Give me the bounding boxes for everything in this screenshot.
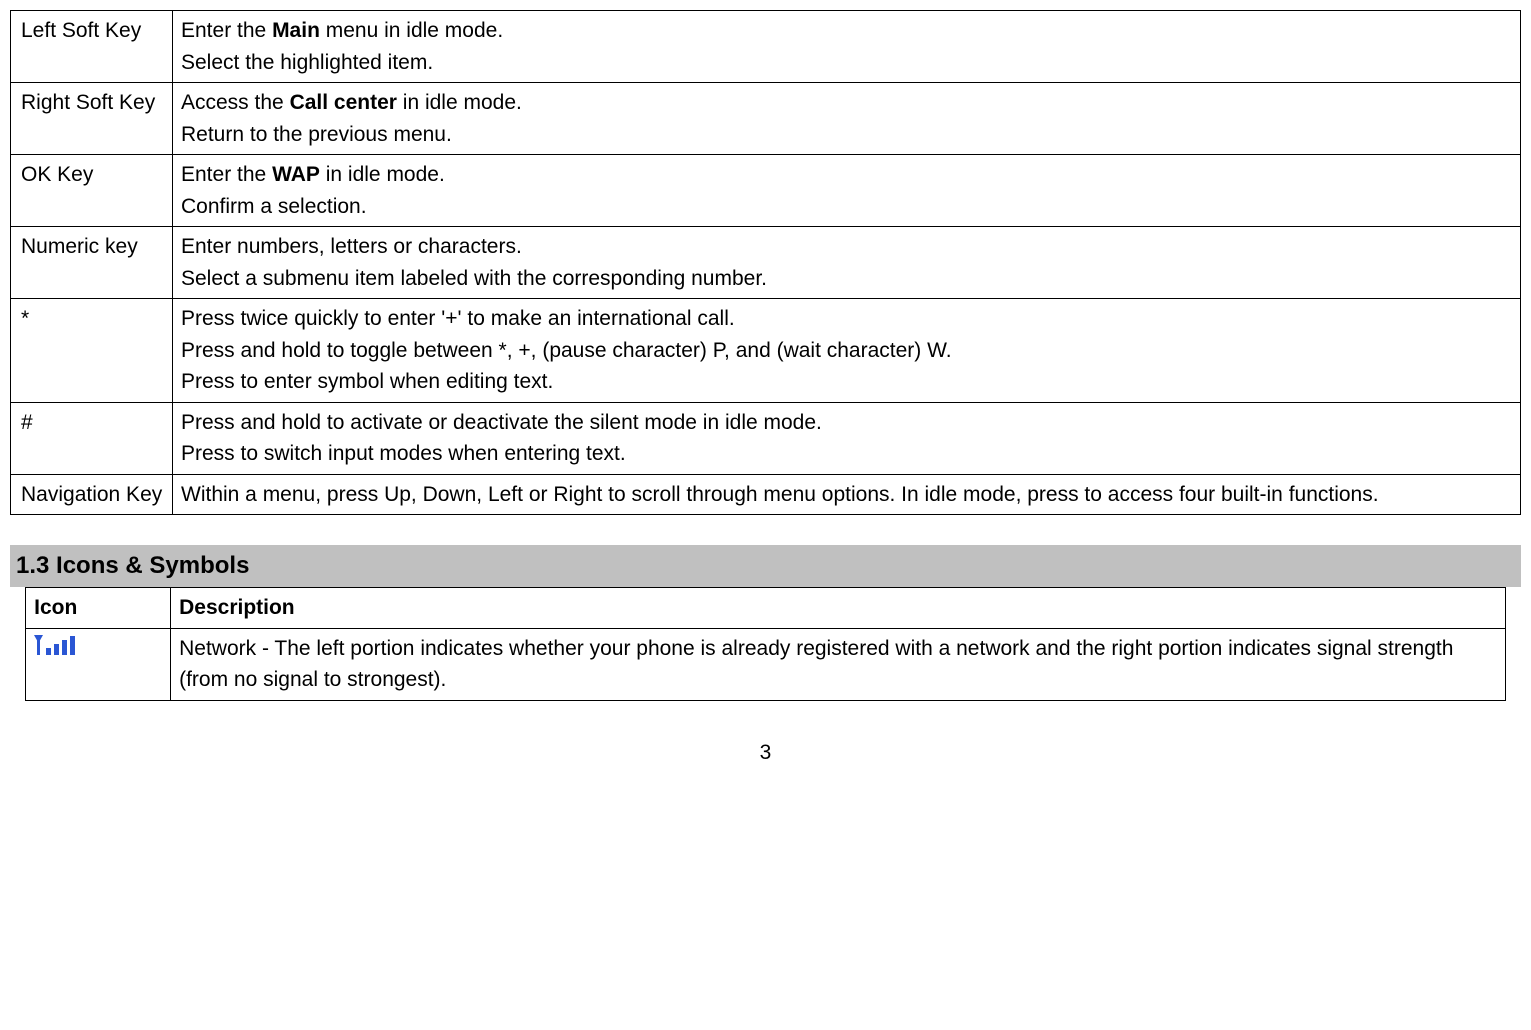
table-row: Network - The left portion indicates whe…	[26, 628, 1506, 700]
key-description: Access the Call center in idle mode. Ret…	[173, 83, 1521, 155]
text: Press to enter symbol when editing text.	[181, 370, 553, 393]
key-name: Right Soft Key	[11, 83, 173, 155]
icon-column-header: Icon	[26, 588, 171, 629]
text: Within a menu, press Up, Down, Left or R…	[181, 483, 1379, 506]
table-header-row: Icon Description	[26, 588, 1506, 629]
table-row: # Press and hold to activate or deactiva…	[11, 402, 1521, 474]
key-name: OK Key	[11, 155, 173, 227]
key-name: Navigation Key	[11, 474, 173, 515]
text: Enter the	[181, 19, 272, 42]
text: Press to switch input modes when enterin…	[181, 442, 626, 465]
table-row: Navigation Key Within a menu, press Up, …	[11, 474, 1521, 515]
text: Enter the	[181, 163, 272, 186]
text: Select a submenu item labeled with the c…	[181, 267, 767, 290]
table-row: OK Key Enter the WAP in idle mode. Confi…	[11, 155, 1521, 227]
description-column-header: Description	[171, 588, 1506, 629]
text: in idle mode.	[397, 91, 522, 114]
key-description: Press and hold to activate or deactivate…	[173, 402, 1521, 474]
text: Press and hold to activate or deactivate…	[181, 411, 822, 434]
icon-cell	[26, 628, 171, 700]
page-number: 3	[10, 737, 1521, 769]
key-name: #	[11, 402, 173, 474]
bold-text: WAP	[272, 163, 320, 186]
key-name: Left Soft Key	[11, 11, 173, 83]
table-row: Right Soft Key Access the Call center in…	[11, 83, 1521, 155]
table-row: Left Soft Key Enter the Main menu in idl…	[11, 11, 1521, 83]
table-row: Numeric key Enter numbers, letters or ch…	[11, 227, 1521, 299]
icons-table: Icon Description	[25, 587, 1506, 701]
section-heading: 1.3 Icons & Symbols	[10, 545, 1521, 587]
text: menu in idle mode.	[320, 19, 503, 42]
text: in idle mode.	[320, 163, 445, 186]
key-description: Press twice quickly to enter '+' to make…	[173, 299, 1521, 403]
text: Confirm a selection.	[181, 195, 367, 218]
key-description: Enter numbers, letters or characters. Se…	[173, 227, 1521, 299]
key-description: Enter the Main menu in idle mode. Select…	[173, 11, 1521, 83]
document-page: Left Soft Key Enter the Main menu in idl…	[10, 10, 1521, 768]
key-description: Within a menu, press Up, Down, Left or R…	[173, 474, 1521, 515]
bold-text: Main	[272, 19, 320, 42]
table-row: * Press twice quickly to enter '+' to ma…	[11, 299, 1521, 403]
keys-table: Left Soft Key Enter the Main menu in idl…	[10, 10, 1521, 515]
key-name: *	[11, 299, 173, 403]
text: Select the highlighted item.	[181, 51, 433, 74]
key-description: Enter the WAP in idle mode. Confirm a se…	[173, 155, 1521, 227]
icon-description: Network - The left portion indicates whe…	[171, 628, 1506, 700]
signal-strength-icon	[34, 633, 80, 666]
key-name: Numeric key	[11, 227, 173, 299]
text: Enter numbers, letters or characters.	[181, 235, 522, 258]
text: Press twice quickly to enter '+' to make…	[181, 307, 735, 330]
text: Access the	[181, 91, 290, 114]
bold-text: Call center	[290, 91, 397, 114]
text: Return to the previous menu.	[181, 123, 452, 146]
text: Press and hold to toggle between *, +, (…	[181, 339, 952, 362]
